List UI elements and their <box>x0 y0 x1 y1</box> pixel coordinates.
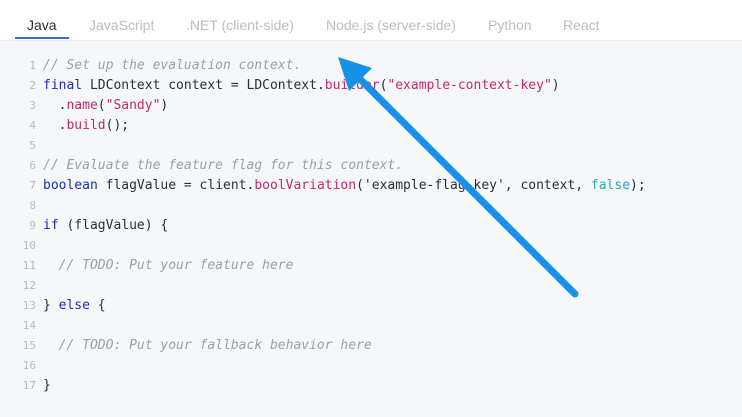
code-token-keyword: boolean <box>43 178 98 193</box>
line-number: 13 <box>22 299 36 312</box>
code-token-plain: flagValue = client. <box>97 178 255 193</box>
code-line-content: if (flagValue) { <box>43 216 168 236</box>
code-token-method: build <box>66 118 106 133</box>
line-number: 5 <box>29 139 36 152</box>
code-token-keyword: final <box>43 78 83 93</box>
tab-javascript[interactable]: JavaScript <box>89 17 154 33</box>
code-line-content: final LDContext context = LDContext.buil… <box>43 76 560 96</box>
tab-java[interactable]: Java <box>27 17 57 33</box>
code-line-content: // TODO: Put your feature here <box>43 256 294 276</box>
code-token-keyword: else <box>58 298 90 313</box>
tab-dotnet-client-side[interactable]: .NET (client-side) <box>186 17 294 33</box>
code-line-content: // Evaluate the feature flag for this co… <box>43 156 403 176</box>
code-line-content: .build(); <box>43 116 129 136</box>
line-number: 10 <box>22 239 36 252</box>
line-number: 11 <box>22 259 36 272</box>
code-token-comment: // TODO: Put your fallback behavior here <box>43 338 372 353</box>
code-line-content: // Set up the evaluation context. <box>43 56 301 76</box>
code-token-bool: false <box>590 178 631 193</box>
code-line-content: // TODO: Put your fallback behavior here <box>43 336 372 356</box>
code-token-plain: ) <box>551 78 560 93</box>
code-token-plain: . <box>43 118 67 133</box>
line-number: 12 <box>22 279 36 292</box>
code-token-plain: . <box>43 98 67 113</box>
tab-python[interactable]: Python <box>488 17 532 33</box>
code-token-plain: ) <box>160 98 169 113</box>
language-tab-bar: Java JavaScript .NET (client-side) Node.… <box>0 0 742 41</box>
line-number: 6 <box>29 159 36 172</box>
code-token-plain: (flagValue) { <box>58 218 169 233</box>
tab-react[interactable]: React <box>563 17 600 33</box>
code-token-method: builder <box>324 78 380 93</box>
code-token-method: name <box>66 98 98 113</box>
code-token-plain: } <box>43 298 59 313</box>
line-number: 16 <box>22 359 36 372</box>
code-token-plain: ('example-flag-key', context, <box>356 178 591 193</box>
code-token-plain: LDContext context = LDContext. <box>82 78 325 93</box>
code-line-content: } <box>43 376 51 396</box>
code-line-content: boolean flagValue = client.boolVariation… <box>43 176 646 196</box>
line-number: 2 <box>29 79 36 92</box>
tab-nodejs-server-side[interactable]: Node.js (server-side) <box>326 17 456 33</box>
code-line-content: } else { <box>43 296 106 316</box>
line-number: 15 <box>22 339 36 352</box>
line-number: 1 <box>29 59 36 72</box>
active-tab-indicator <box>15 37 69 39</box>
line-number: 9 <box>29 219 36 232</box>
code-token-plain: ( <box>97 98 106 113</box>
code-token-comment: // Evaluate the feature flag for this co… <box>43 158 404 173</box>
line-number: 7 <box>29 179 36 192</box>
code-token-keyword: if <box>43 218 59 233</box>
code-line-content: .name("Sandy") <box>43 96 169 116</box>
code-token-plain: { <box>89 298 106 313</box>
line-number: 14 <box>22 319 36 332</box>
code-token-comment: // Set up the evaluation context. <box>43 58 302 73</box>
line-number: 3 <box>29 99 36 112</box>
code-token-string: "Sandy" <box>105 98 161 113</box>
line-number: 4 <box>29 119 36 132</box>
code-token-plain: ); <box>630 178 646 193</box>
line-number: 17 <box>22 379 36 392</box>
line-number: 8 <box>29 199 36 212</box>
code-token-method: boolVariation <box>254 178 357 193</box>
code-token-comment: // TODO: Put your feature here <box>43 258 294 273</box>
code-token-plain: } <box>43 378 51 393</box>
code-token-plain: (); <box>105 118 130 133</box>
code-token-string: "example-context-key" <box>387 78 552 93</box>
